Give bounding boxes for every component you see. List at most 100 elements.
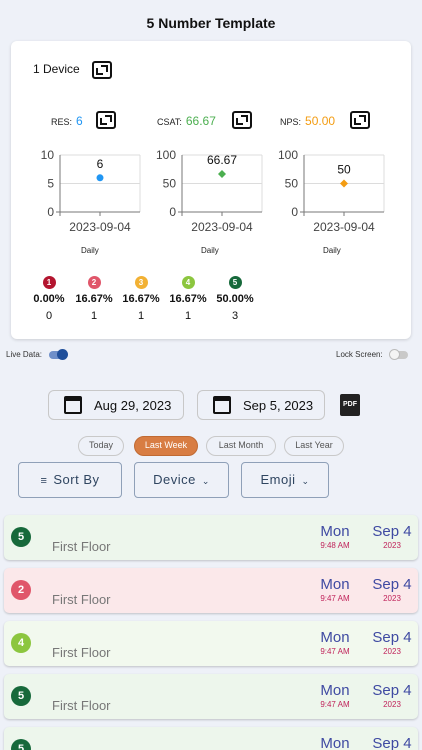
data-label: 66.67 <box>207 153 237 167</box>
emoji-badge: 5 <box>11 686 31 706</box>
emoji-stat-5: 5 50.00% 3 <box>213 276 257 322</box>
location-label: First Floor <box>52 592 111 607</box>
year-label: 2023 <box>383 647 401 656</box>
end-date-label: Sep 5, 2023 <box>243 398 314 413</box>
day-label: Mon <box>320 682 350 699</box>
x-tick-label: 2023-09-04 <box>191 220 253 234</box>
location-label: First Floor <box>52 539 111 554</box>
location-label: First Floor <box>52 645 111 660</box>
nps-period: Daily <box>323 246 341 255</box>
data-label: 50 <box>337 163 351 177</box>
time-label: 9:47 AM <box>320 594 350 603</box>
res-label: RES: <box>51 117 73 127</box>
expand-icon[interactable] <box>92 61 112 79</box>
emoji-stat-3: 3 16.67% 1 <box>119 276 163 322</box>
nps-chart: 100 50 0 2023-09-04 50 <box>272 147 392 242</box>
emoji-percent: 16.67% <box>169 293 207 305</box>
csat-metric: CSAT: 66.67 <box>157 114 216 128</box>
emoji-count: 3 <box>231 310 239 322</box>
csat-chart: 100 50 0 2023-09-04 66.67 <box>150 147 270 242</box>
day-label: Mon <box>320 735 350 750</box>
device-filter-label: Device <box>153 472 196 487</box>
emoji-stat-4: 4 16.67% 1 <box>166 276 210 322</box>
chevron-down-icon: ⌄ <box>301 476 310 486</box>
emoji-badge: 1 <box>42 276 56 289</box>
emoji-percent: 50.00% <box>216 293 254 305</box>
location-label: First Floor <box>52 698 111 713</box>
emoji-count: 1 <box>137 310 145 322</box>
emoji-percent: 0.00% <box>33 293 65 305</box>
list-item[interactable]: 5 First Floor Mon 9:48 AM Sep 4 2023 <box>4 515 418 560</box>
emoji-filter-button[interactable]: Emoji ⌄ <box>241 462 329 498</box>
pdf-export-icon[interactable]: PDF <box>340 394 360 416</box>
emoji-badge: 2 <box>87 276 101 289</box>
emoji-stat-1: 1 0.00% 0 <box>27 276 71 322</box>
x-tick-label: 2023-09-04 <box>69 220 131 234</box>
nps-expand-icon[interactable] <box>350 111 370 129</box>
lock-screen-switch[interactable] <box>388 348 408 360</box>
live-data-toggle-row: Live Data: <box>6 348 69 360</box>
res-expand-icon[interactable] <box>96 111 116 129</box>
res-chart: 10 5 0 2023-09-04 6 <box>28 147 148 242</box>
nps-label: NPS: <box>280 117 302 127</box>
emoji-percent: 16.67% <box>122 293 160 305</box>
device-filter-button[interactable]: Device ⌄ <box>134 462 229 498</box>
start-date-label: Aug 29, 2023 <box>94 398 172 413</box>
sort-by-button[interactable]: ≡ Sort By <box>18 462 122 498</box>
nps-metric: NPS: 50.00 <box>280 114 335 128</box>
chip-last-week[interactable]: Last Week <box>134 436 198 456</box>
emoji-badge: 4 <box>11 633 31 653</box>
list-item[interactable]: 5 First Floor Mon 9:47 AM Sep 4 2023 <box>4 674 418 719</box>
csat-label: CSAT: <box>157 117 182 127</box>
emoji-filter-label: Emoji <box>260 472 296 487</box>
date-label: Sep 4 <box>372 682 412 699</box>
csat-expand-icon[interactable] <box>232 111 252 129</box>
calendar-icon <box>213 396 231 414</box>
data-point <box>340 179 348 188</box>
time-label: 9:48 AM <box>320 541 350 550</box>
date-label: Sep 4 <box>372 523 412 540</box>
lock-screen-label: Lock Screen: <box>336 350 383 359</box>
chip-last-year[interactable]: Last Year <box>284 436 344 456</box>
date-label: Sep 4 <box>372 576 412 593</box>
data-point <box>96 174 104 182</box>
day-label: Mon <box>320 523 350 540</box>
y-tick-label: 0 <box>291 205 298 219</box>
day-label: Mon <box>320 629 350 646</box>
x-tick-label: 2023-09-04 <box>313 220 375 234</box>
year-label: 2023 <box>383 594 401 603</box>
emoji-badge: 5 <box>11 739 31 750</box>
chip-today[interactable]: Today <box>78 436 124 456</box>
year-label: 2023 <box>383 541 401 550</box>
emoji-count: 1 <box>184 310 192 322</box>
live-data-label: Live Data: <box>6 350 43 359</box>
list-item[interactable]: 4 First Floor Mon 9:47 AM Sep 4 2023 <box>4 621 418 666</box>
chevron-down-icon: ⌄ <box>201 476 210 486</box>
live-data-switch[interactable] <box>49 348 69 360</box>
chip-last-month[interactable]: Last Month <box>206 436 276 456</box>
list-item[interactable]: 2 First Floor Mon 9:47 AM Sep 4 2023 <box>4 568 418 613</box>
csat-value: 66.67 <box>185 114 216 128</box>
y-tick-label: 0 <box>169 205 176 219</box>
list-item[interactable]: 5 Mon Sep 4 <box>4 727 418 750</box>
res-period: Daily <box>81 246 99 255</box>
y-tick-label: 50 <box>285 177 299 191</box>
calendar-icon <box>64 396 82 414</box>
emoji-badge: 4 <box>181 276 195 289</box>
csat-period: Daily <box>201 246 219 255</box>
y-tick-label: 0 <box>47 205 54 219</box>
emoji-badge: 5 <box>228 276 242 289</box>
sort-by-label: Sort By <box>53 472 100 487</box>
sort-icon: ≡ <box>40 475 48 487</box>
emoji-percent: 16.67% <box>75 293 113 305</box>
start-date-button[interactable]: Aug 29, 2023 <box>48 390 184 420</box>
page-title: 5 Number Template <box>146 15 276 31</box>
emoji-stat-2: 2 16.67% 1 <box>72 276 116 322</box>
res-metric: RES: 6 <box>51 114 83 128</box>
end-date-button[interactable]: Sep 5, 2023 <box>197 390 325 420</box>
device-count: 1 Device <box>33 62 80 76</box>
date-label: Sep 4 <box>372 735 412 750</box>
emoji-count: 0 <box>45 310 53 322</box>
date-label: Sep 4 <box>372 629 412 646</box>
day-label: Mon <box>320 576 350 593</box>
